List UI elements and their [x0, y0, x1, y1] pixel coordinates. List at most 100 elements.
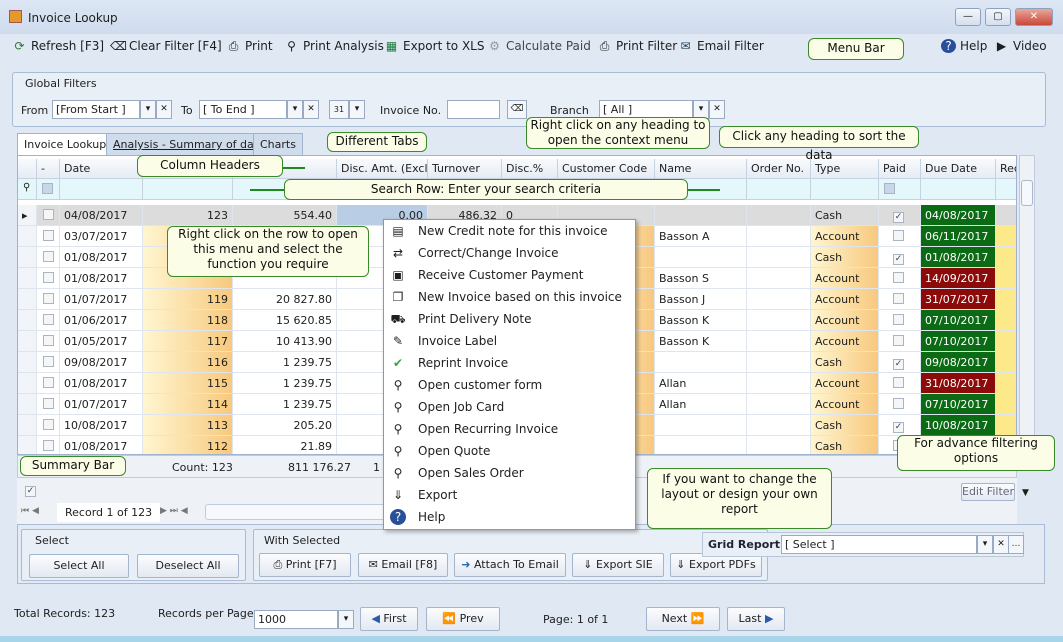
print-filter-button[interactable]: ⎙ Print Filter: [597, 39, 677, 53]
context-menu-item[interactable]: ⇄ Correct/Change Invoice: [384, 242, 635, 264]
vertical-scrollbar[interactable]: [1019, 155, 1035, 455]
column-header[interactable]: Date: [60, 159, 143, 179]
deselect-all-button[interactable]: Deselect All: [137, 554, 239, 578]
column-header[interactable]: Order No.: [747, 159, 811, 179]
paid-checkbox[interactable]: ✓: [893, 422, 904, 433]
close-button[interactable]: ✕: [1015, 8, 1053, 26]
row-checkbox[interactable]: [43, 209, 54, 220]
row-checkbox[interactable]: [43, 272, 54, 283]
paid-checkbox[interactable]: [893, 398, 904, 409]
filter-enable-checkbox[interactable]: ✓: [25, 486, 36, 497]
context-menu-item[interactable]: ▣ Receive Customer Payment: [384, 264, 635, 286]
print-selected-button[interactable]: ⎙ Print [F7]: [259, 553, 351, 577]
branch-clear-button[interactable]: ✕: [709, 100, 725, 119]
row-checkbox[interactable]: [43, 398, 54, 409]
first-page-button[interactable]: ◀ First: [360, 607, 418, 631]
calendar-icon[interactable]: 31: [329, 100, 349, 119]
table-cell[interactable]: [37, 310, 60, 331]
filter-dropdown-icon[interactable]: ▼: [1022, 488, 1029, 498]
row-checkbox[interactable]: [43, 335, 54, 346]
table-cell[interactable]: [37, 289, 60, 310]
search-cell[interactable]: [811, 179, 879, 200]
table-cell[interactable]: [879, 373, 921, 394]
print-analysis-button[interactable]: ⚲ Print Analysis: [284, 39, 384, 53]
records-per-page-select[interactable]: 1000: [254, 610, 338, 629]
calendar-dropdown-button[interactable]: ▾: [349, 100, 365, 119]
table-cell[interactable]: [879, 331, 921, 352]
paid-checkbox[interactable]: ✓: [893, 254, 904, 265]
search-cell[interactable]: [143, 179, 233, 200]
print-button[interactable]: ⎙ Print: [226, 39, 273, 53]
table-cell[interactable]: [879, 226, 921, 247]
table-cell[interactable]: ✓: [879, 415, 921, 436]
row-checkbox[interactable]: [43, 440, 54, 451]
clear-invoice-icon[interactable]: ⌫: [507, 100, 527, 119]
video-button[interactable]: ▶ Video: [994, 39, 1047, 53]
context-menu-item[interactable]: ▤ New Credit note for this invoice: [384, 220, 635, 242]
table-cell[interactable]: ✓: [879, 352, 921, 373]
first-record-icon[interactable]: ⏮ ◀: [21, 506, 39, 516]
per-page-dropdown[interactable]: ▾: [338, 610, 354, 629]
table-cell[interactable]: [37, 373, 60, 394]
email-filter-button[interactable]: ✉ Email Filter: [678, 39, 763, 53]
attach-to-email-button[interactable]: ➜ Attach To Email: [454, 553, 566, 577]
table-cell[interactable]: [37, 268, 60, 289]
select-all-button[interactable]: Select All: [29, 554, 129, 578]
table-cell[interactable]: [37, 394, 60, 415]
paid-checkbox[interactable]: [893, 314, 904, 325]
column-header[interactable]: Customer Code: [558, 159, 655, 179]
table-cell[interactable]: [879, 289, 921, 310]
context-menu-item[interactable]: ⇓ Export: [384, 484, 635, 506]
edit-filter-button[interactable]: Edit Filter: [961, 483, 1015, 501]
table-cell[interactable]: [879, 310, 921, 331]
horizontal-scrollbar[interactable]: [205, 504, 385, 520]
paid-checkbox[interactable]: [893, 335, 904, 346]
paid-checkbox[interactable]: [893, 272, 904, 283]
email-selected-button[interactable]: ✉ Email [F8]: [358, 553, 448, 577]
table-cell[interactable]: ✓: [879, 247, 921, 268]
column-header[interactable]: Rec: [996, 159, 1016, 179]
refresh-button[interactable]: ⟳ Refresh [F3]: [12, 39, 104, 53]
column-header[interactable]: [18, 159, 37, 179]
column-header[interactable]: Disc. Amt. (Excl): [337, 159, 428, 179]
to-clear-button[interactable]: ✕: [303, 100, 319, 119]
grid-report-dropdown[interactable]: ▾: [977, 535, 993, 554]
row-checkbox[interactable]: [43, 419, 54, 430]
row-checkbox[interactable]: [43, 251, 54, 262]
table-cell[interactable]: [37, 352, 60, 373]
context-menu-item[interactable]: ⚲ Open Sales Order: [384, 462, 635, 484]
last-record-icon[interactable]: ▶ ⏭ ◀: [160, 506, 188, 516]
paid-checkbox[interactable]: ✓: [893, 359, 904, 370]
table-cell[interactable]: [879, 394, 921, 415]
table-cell[interactable]: ✓: [879, 205, 921, 226]
row-checkbox[interactable]: [43, 293, 54, 304]
row-checkbox[interactable]: [43, 356, 54, 367]
context-menu-item[interactable]: ✎ Invoice Label: [384, 330, 635, 352]
tab-invoice-lookup[interactable]: Invoice Lookup: [17, 133, 114, 156]
tab-charts[interactable]: Charts: [253, 133, 303, 155]
row-checkbox[interactable]: [43, 314, 54, 325]
paid-checkbox[interactable]: [893, 230, 904, 241]
paid-checkbox[interactable]: [893, 293, 904, 304]
grid-report-more[interactable]: …: [1008, 535, 1024, 554]
search-cell[interactable]: [996, 179, 1016, 200]
search-checkbox[interactable]: [884, 183, 895, 194]
search-cell[interactable]: [747, 179, 811, 200]
to-date-input[interactable]: [ To End ]: [199, 100, 287, 119]
clear-filter-button[interactable]: ⌫ Clear Filter [F4]: [110, 39, 222, 53]
from-date-input[interactable]: [From Start ]: [52, 100, 140, 119]
table-cell[interactable]: [37, 247, 60, 268]
search-cell[interactable]: [921, 179, 996, 200]
table-cell[interactable]: [37, 226, 60, 247]
column-header[interactable]: -: [37, 159, 60, 179]
table-cell[interactable]: [879, 268, 921, 289]
column-header[interactable]: Due Date: [921, 159, 996, 179]
search-cell[interactable]: [879, 179, 921, 200]
tab-analysis[interactable]: Analysis - Summary of data: [106, 133, 272, 155]
row-checkbox[interactable]: [43, 377, 54, 388]
next-page-button[interactable]: Next ⏩: [646, 607, 720, 631]
paid-checkbox[interactable]: ✓: [893, 212, 904, 223]
calculate-paid-button[interactable]: ⚙ Calculate Paid: [487, 39, 591, 53]
table-cell[interactable]: [37, 415, 60, 436]
to-dropdown-button[interactable]: ▾: [287, 100, 303, 119]
